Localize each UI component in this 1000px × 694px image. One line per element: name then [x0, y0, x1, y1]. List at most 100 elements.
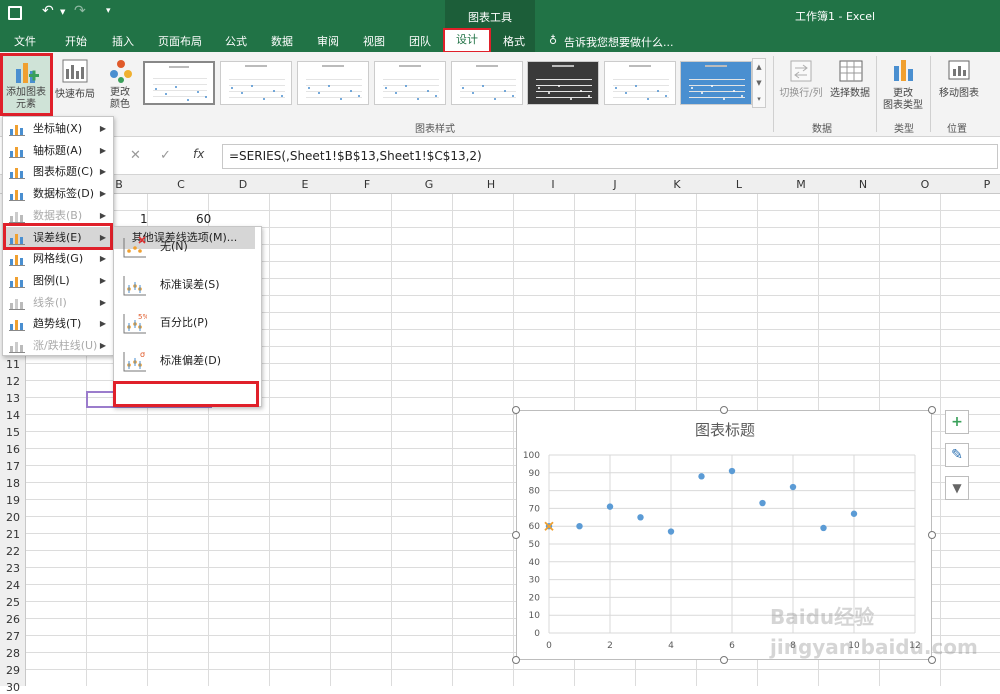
column-header-o[interactable]: O — [894, 178, 956, 191]
cell-c-value[interactable]: 60 — [196, 212, 211, 226]
chart-style-thumbnail[interactable] — [374, 61, 446, 105]
move-chart-button[interactable]: 移动图表 — [934, 58, 984, 108]
data-point[interactable] — [667, 528, 675, 535]
chart-style-thumbnail[interactable] — [220, 61, 292, 105]
data-point[interactable] — [637, 514, 644, 521]
data-point[interactable] — [759, 499, 766, 507]
data-point[interactable] — [850, 510, 858, 517]
resize-handle[interactable] — [512, 531, 520, 539]
row-header-16[interactable]: 16 — [0, 443, 26, 456]
enter-icon[interactable]: ✓ — [160, 148, 171, 163]
menu-item-trendline[interactable]: 趋势线(T) ▶ — [3, 313, 113, 334]
chart-style-thumbnail[interactable] — [680, 61, 752, 105]
chart-elements-button[interactable]: + — [945, 410, 969, 434]
tab-format[interactable]: 格式 — [503, 33, 525, 49]
tab-review[interactable]: 审阅 — [317, 33, 339, 49]
resize-handle[interactable] — [928, 406, 936, 414]
row-header-23[interactable]: 23 — [0, 562, 26, 575]
tab-design[interactable]: 设计 — [443, 28, 491, 53]
column-header-c[interactable]: C — [150, 178, 212, 191]
column-header-j[interactable]: J — [584, 178, 646, 191]
data-point[interactable] — [698, 473, 705, 480]
row-header-19[interactable]: 19 — [0, 494, 26, 507]
column-header-d[interactable]: D — [212, 178, 274, 191]
tab-formulas[interactable]: 公式 — [225, 33, 247, 49]
row-header-17[interactable]: 17 — [0, 460, 26, 473]
column-header-m[interactable]: M — [770, 178, 832, 191]
column-header-g[interactable]: G — [398, 178, 460, 191]
data-point[interactable] — [820, 524, 827, 532]
data-point[interactable] — [606, 503, 614, 510]
column-header-i[interactable]: I — [522, 178, 584, 191]
menu-item-data-labels[interactable]: 数据标签(D) ▶ — [3, 183, 113, 204]
tab-home[interactable]: 开始 — [65, 33, 87, 49]
row-header-12[interactable]: 12 — [0, 375, 26, 388]
resize-handle[interactable] — [928, 531, 936, 539]
column-header-f[interactable]: F — [336, 178, 398, 191]
resize-handle[interactable] — [512, 406, 520, 414]
tell-me-search[interactable]: 告诉我您想要做什么... — [564, 34, 674, 50]
column-header-e[interactable]: E — [274, 178, 336, 191]
row-header-15[interactable]: 15 — [0, 426, 26, 439]
row-header-26[interactable]: 26 — [0, 613, 26, 626]
tab-insert[interactable]: 插入 — [112, 33, 134, 49]
resize-handle[interactable] — [720, 406, 728, 414]
resize-handle[interactable] — [720, 656, 728, 664]
chart-styles-button[interactable]: ✎ — [945, 443, 969, 467]
tab-team[interactable]: 团队 — [409, 33, 431, 49]
data-point[interactable] — [789, 483, 797, 491]
chart-filters-button[interactable]: ▼ — [945, 476, 969, 500]
row-header-11[interactable]: 11 — [0, 358, 26, 371]
menu-item-legend[interactable]: 图例(L) ▶ — [3, 270, 113, 291]
cell-b-value[interactable]: 1 — [140, 212, 148, 226]
column-header-l[interactable]: L — [708, 178, 770, 191]
data-point[interactable] — [576, 523, 583, 530]
row-header-20[interactable]: 20 — [0, 511, 26, 524]
row-header-25[interactable]: 25 — [0, 596, 26, 609]
row-header-29[interactable]: 29 — [0, 664, 26, 677]
customize-quick-access-icon[interactable]: ▾ — [106, 6, 111, 16]
gallery-scroll[interactable]: ▲ ▼ ▾ — [752, 58, 766, 108]
row-header-18[interactable]: 18 — [0, 477, 26, 490]
add-chart-element-button[interactable]: 添加图表 元素 — [2, 55, 50, 115]
column-header-n[interactable]: N — [832, 178, 894, 191]
data-point[interactable] — [728, 467, 736, 475]
submenu-item-no-error-bars[interactable]: 无(N) — [114, 228, 260, 266]
submenu-item-standard-deviation[interactable]: σ 标准偏差(D) — [114, 342, 260, 380]
row-header-28[interactable]: 28 — [0, 647, 26, 660]
column-header-k[interactable]: K — [646, 178, 708, 191]
menu-item-chart-title[interactable]: 图表标题(C) ▶ — [3, 161, 113, 182]
cancel-icon[interactable]: ✕ — [130, 148, 141, 163]
insert-function-icon[interactable]: fx — [193, 147, 204, 161]
chart-style-thumbnail[interactable] — [451, 61, 523, 105]
change-chart-type-button[interactable]: 更改 图表类型 — [880, 58, 926, 114]
row-header-14[interactable]: 14 — [0, 409, 26, 422]
resize-handle[interactable] — [512, 656, 520, 664]
row-header-30[interactable]: 30 — [0, 681, 26, 694]
row-header-21[interactable]: 21 — [0, 528, 26, 541]
change-colors-button[interactable]: 更改 颜色 — [100, 55, 140, 115]
submenu-item-percentage[interactable]: 5% 百分比(P) — [114, 304, 260, 342]
tab-page-layout[interactable]: 页面布局 — [158, 33, 202, 49]
quick-layout-button[interactable]: 快速布局 — [54, 55, 96, 115]
column-header-h[interactable]: H — [460, 178, 522, 191]
row-header-24[interactable]: 24 — [0, 579, 26, 592]
select-data-button[interactable]: 选择数据 — [828, 60, 872, 110]
tab-view[interactable]: 视图 — [363, 33, 385, 49]
column-header-p[interactable]: P — [956, 178, 1000, 191]
save-icon[interactable] — [8, 6, 22, 20]
submenu-item-standard-error[interactable]: 标准误差(S) — [114, 266, 260, 304]
chart-style-thumbnail[interactable] — [297, 61, 369, 105]
row-header-22[interactable]: 22 — [0, 545, 26, 558]
chart-style-thumbnail[interactable] — [604, 61, 676, 105]
tab-data[interactable]: 数据 — [271, 33, 293, 49]
chart-style-thumbnail[interactable] — [143, 61, 215, 105]
tab-file[interactable]: 文件 — [14, 33, 36, 49]
formula-input[interactable]: =SERIES(,Sheet1!$B$13,Sheet1!$C$13,2) — [222, 144, 998, 169]
undo-dropdown-icon[interactable]: ▼ — [60, 8, 65, 16]
chart-title[interactable]: 图表标题 — [695, 421, 755, 439]
menu-item-axis-title[interactable]: 轴标题(A) ▶ — [3, 140, 113, 161]
undo-icon[interactable]: ↶ — [42, 3, 54, 19]
row-header-27[interactable]: 27 — [0, 630, 26, 643]
chart-style-thumbnail[interactable] — [527, 61, 599, 105]
